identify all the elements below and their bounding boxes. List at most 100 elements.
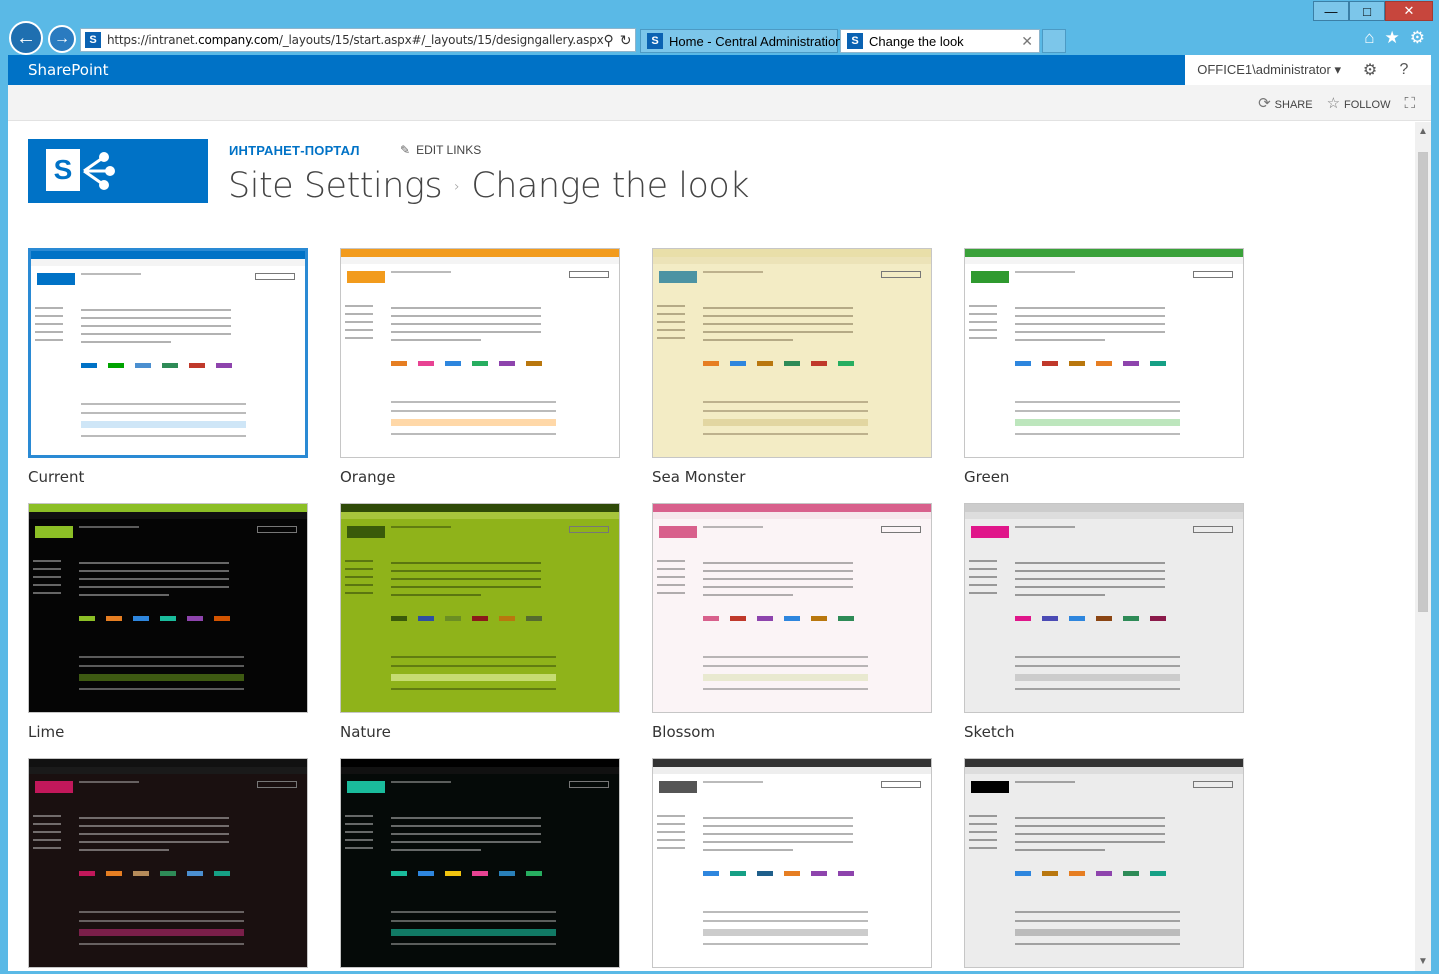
close-window-icon[interactable]: ✕: [1385, 1, 1433, 21]
theme-preview-thumbnail[interactable]: [652, 758, 932, 968]
theme-option[interactable]: Blossom: [652, 503, 932, 741]
theme-preview-thumbnail[interactable]: [340, 758, 620, 968]
preview-top-bar: [29, 759, 307, 767]
theme-preview-thumbnail[interactable]: [28, 503, 308, 713]
preview-left-nav: [657, 299, 693, 345]
preview-search-box: [569, 526, 609, 533]
theme-option[interactable]: Green: [964, 248, 1244, 486]
theme-preview-thumbnail[interactable]: [340, 503, 620, 713]
favorites-star-icon[interactable]: ★: [1385, 28, 1400, 48]
preview-logo: [35, 781, 73, 793]
preview-nav-row: [29, 767, 307, 774]
theme-option[interactable]: Nature: [340, 503, 620, 741]
help-icon[interactable]: ?: [1387, 61, 1421, 79]
share-button[interactable]: ⟳ SHARE: [1258, 94, 1312, 112]
preview-nav-row: [341, 767, 619, 774]
theme-preview-thumbnail[interactable]: [340, 248, 620, 458]
preview-body-text: [1015, 811, 1165, 857]
preview-document-list: [391, 904, 556, 952]
settings-gear-icon[interactable]: ⚙: [1410, 28, 1425, 48]
preview-logo: [971, 271, 1009, 283]
theme-preview-thumbnail[interactable]: [964, 758, 1244, 968]
theme-preview-thumbnail[interactable]: [964, 503, 1244, 713]
theme-option[interactable]: Sea Monster: [652, 248, 932, 486]
preview-top-bar: [965, 504, 1243, 512]
focus-on-content-icon[interactable]: ⛶: [1404, 95, 1415, 112]
ribbon: ⟳ SHARE ☆ FOLLOW ⛶: [8, 85, 1431, 121]
close-tab-icon[interactable]: ✕: [1021, 33, 1033, 50]
back-arrow-icon: ←: [16, 26, 36, 49]
preview-left-nav: [33, 809, 69, 855]
theme-name: Orange: [340, 468, 396, 486]
scrollbar-thumb[interactable]: [1418, 152, 1428, 612]
scroll-down-icon[interactable]: ▼: [1415, 956, 1431, 967]
theme-option[interactable]: [964, 758, 1244, 971]
preview-nav-row: [965, 767, 1243, 774]
search-icon[interactable]: ⚲: [604, 32, 614, 49]
preview-nav-row: [965, 512, 1243, 519]
breadcrumb-site-settings[interactable]: Site Settings: [228, 166, 443, 206]
forward-arrow-icon: →: [54, 30, 70, 47]
scroll-up-icon[interactable]: ▲: [1415, 126, 1431, 137]
preview-body-text: [1015, 556, 1165, 602]
tab-central-administration[interactable]: S Home - Central Administration: [640, 29, 842, 53]
preview-accent-swatches: [703, 616, 854, 621]
preview-logo: [971, 526, 1009, 538]
address-bar[interactable]: S https://intranet.company.com/_layouts/…: [80, 28, 636, 52]
url-text[interactable]: https://intranet.company.com/_layouts/15…: [107, 33, 604, 47]
theme-name: Current: [28, 468, 85, 486]
edit-links-button[interactable]: ✎ EDIT LINKS: [400, 143, 481, 157]
sharepoint-brand[interactable]: SharePoint: [28, 61, 109, 79]
theme-preview-thumbnail[interactable]: [652, 248, 932, 458]
preview-left-nav: [345, 809, 381, 855]
theme-name: Sea Monster: [652, 468, 746, 486]
preview-nav-row: [341, 512, 619, 519]
star-outline-icon: ☆: [1326, 95, 1341, 112]
theme-option[interactable]: Orange: [340, 248, 620, 486]
site-logo[interactable]: S: [28, 139, 208, 203]
site-title-link[interactable]: ИНТРАНЕТ-ПОРТАЛ: [229, 143, 360, 158]
preview-search-box: [569, 781, 609, 788]
preview-body-text: [391, 556, 541, 602]
forward-button[interactable]: →: [48, 25, 76, 53]
theme-option[interactable]: [652, 758, 932, 971]
minimize-icon[interactable]: —: [1313, 1, 1349, 21]
preview-document-list: [81, 396, 246, 444]
theme-option[interactable]: Sketch: [964, 503, 1244, 741]
refresh-icon[interactable]: ↻: [620, 32, 632, 49]
preview-document-list: [703, 649, 868, 697]
theme-option[interactable]: Lime: [28, 503, 308, 741]
back-button[interactable]: ←: [9, 21, 43, 55]
new-tab-button[interactable]: [1042, 29, 1066, 53]
browser-toolbar-icons: ⌂ ★ ⚙: [1364, 28, 1425, 48]
theme-option[interactable]: Current: [28, 248, 308, 486]
preview-nav-row: [653, 512, 931, 519]
sharepoint-favicon-icon: S: [85, 32, 101, 48]
preview-accent-swatches: [79, 616, 230, 621]
share-icon: ⟳: [1258, 95, 1271, 112]
vertical-scrollbar[interactable]: ▲ ▼: [1415, 122, 1431, 971]
theme-name: Green: [964, 468, 1010, 486]
theme-preview-thumbnail[interactable]: [652, 503, 932, 713]
preview-breadcrumb: [703, 271, 763, 273]
preview-nav-row: [653, 767, 931, 774]
page-viewport: SharePoint OFFICE1\administrator ▾ ⚙ ? ⟳…: [8, 55, 1431, 971]
preview-accent-swatches: [81, 363, 232, 368]
theme-preview-thumbnail[interactable]: [964, 248, 1244, 458]
theme-option[interactable]: [28, 758, 308, 971]
preview-top-bar: [29, 504, 307, 512]
preview-document-list: [79, 904, 244, 952]
settings-gear-icon[interactable]: ⚙: [1353, 60, 1387, 80]
tab-change-the-look[interactable]: S Change the look ✕: [840, 29, 1040, 53]
theme-option[interactable]: [340, 758, 620, 971]
user-menu[interactable]: OFFICE1\administrator ▾: [1185, 62, 1353, 78]
preview-top-bar: [31, 251, 305, 259]
follow-button[interactable]: ☆ FOLLOW: [1327, 94, 1391, 112]
theme-preview-thumbnail[interactable]: [28, 248, 308, 458]
preview-left-nav: [969, 299, 1005, 345]
maximize-icon[interactable]: □: [1349, 1, 1385, 21]
theme-preview-thumbnail[interactable]: [28, 758, 308, 968]
home-icon[interactable]: ⌂: [1364, 28, 1374, 48]
preview-body-text: [81, 303, 231, 349]
preview-logo: [37, 273, 75, 285]
